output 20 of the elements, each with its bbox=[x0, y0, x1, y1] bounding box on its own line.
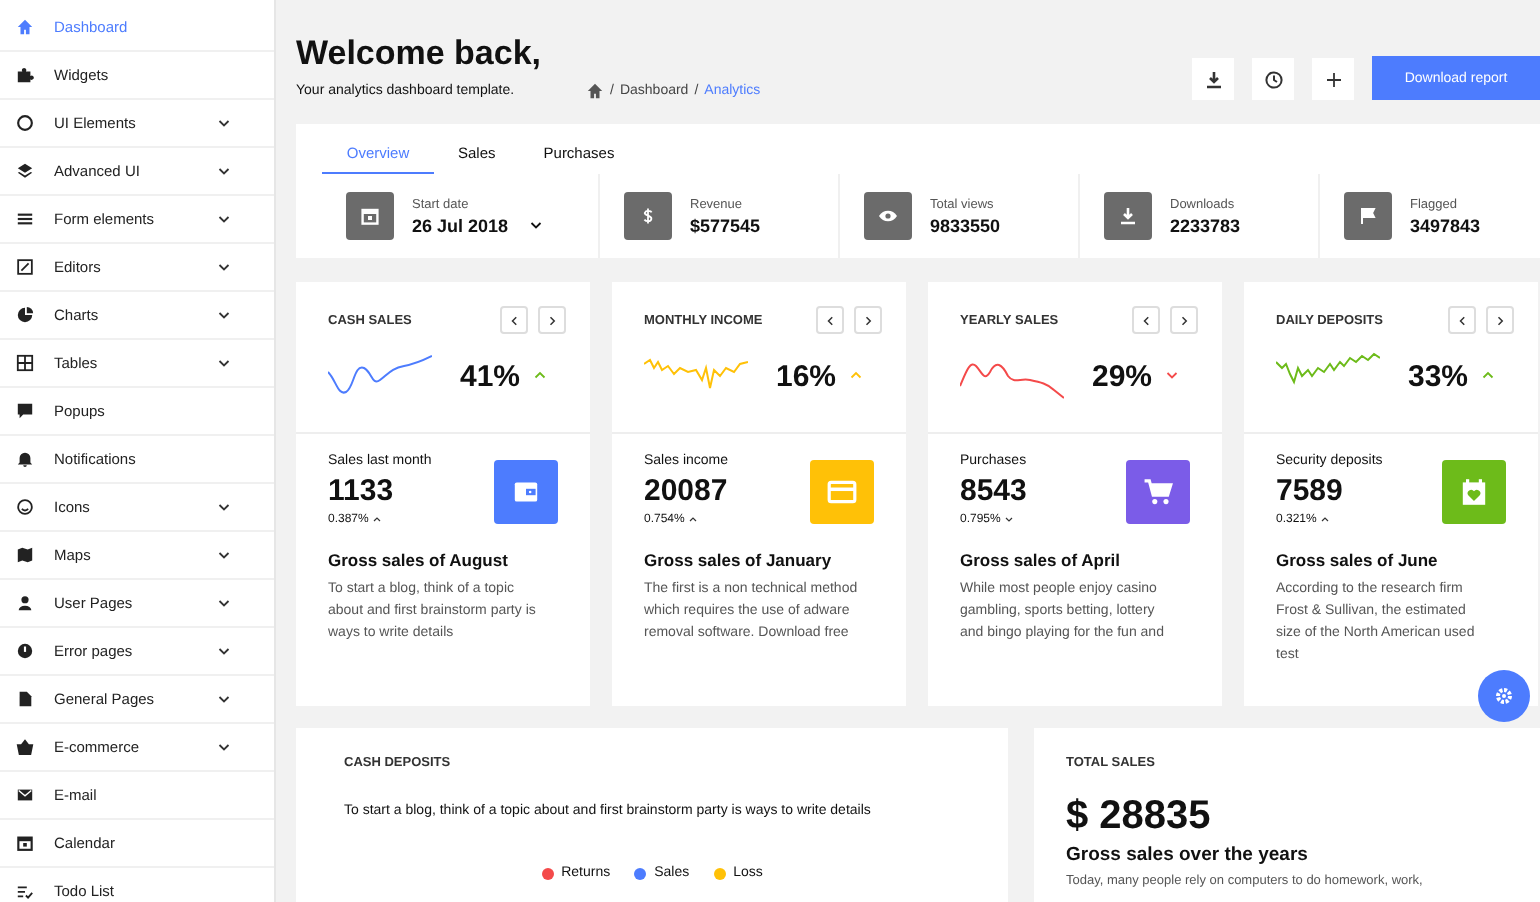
stat-value: $577545 bbox=[690, 215, 761, 235]
page-title: Welcome back, bbox=[296, 34, 544, 74]
card-heading: Gross sales of January bbox=[644, 550, 834, 570]
percentage: 41% bbox=[460, 359, 521, 393]
percentage: 33% bbox=[1408, 359, 1469, 393]
card-heading: Gross sales of April bbox=[960, 550, 1122, 570]
card-heading: Gross sales of June bbox=[1276, 550, 1440, 570]
stat-value: 2233783 bbox=[1170, 215, 1241, 235]
percentage: 29% bbox=[1092, 359, 1153, 393]
stat-value: 9833550 bbox=[930, 215, 1001, 235]
panel-heading: Gross sales over the years bbox=[1066, 844, 1310, 866]
percentage: 16% bbox=[776, 359, 837, 393]
metric-value: 1133 bbox=[328, 474, 396, 508]
metric-value: 7589 bbox=[1276, 474, 1345, 508]
total-value: $ 28835 bbox=[1066, 794, 1213, 840]
stat-value: 26 Jul 2018 bbox=[412, 215, 509, 235]
metric-value: 20087 bbox=[644, 474, 729, 508]
metric-value: 8543 bbox=[960, 474, 1027, 508]
card-heading: Gross sales of August bbox=[328, 550, 510, 570]
stat-value: 3497843 bbox=[1410, 215, 1481, 235]
